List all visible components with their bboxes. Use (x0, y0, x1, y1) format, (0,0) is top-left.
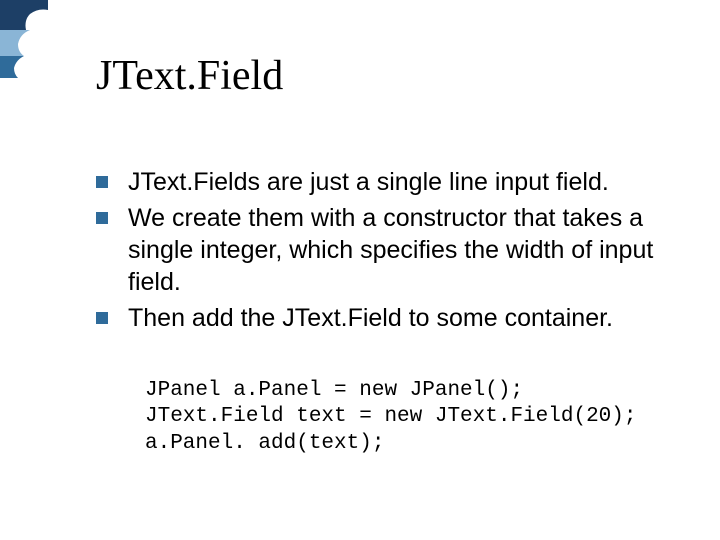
bullet-text: Then add the JText.Field to some contain… (128, 302, 656, 334)
corner-decoration (0, 0, 48, 78)
code-block: JPanel a.Panel = new JPanel(); JText.Fie… (145, 378, 636, 457)
square-bullet-icon (96, 312, 108, 324)
bullet-list: JText.Fields are just a single line inpu… (96, 166, 656, 338)
code-line: JText.Field text = new JText.Field(20); (145, 405, 636, 428)
bullet-item: JText.Fields are just a single line inpu… (96, 166, 656, 198)
bullet-item: We create them with a constructor that t… (96, 202, 656, 298)
bullet-text: JText.Fields are just a single line inpu… (128, 166, 656, 198)
code-line: JPanel a.Panel = new JPanel(); (145, 379, 523, 402)
code-line: a.Panel. add(text); (145, 432, 384, 455)
square-bullet-icon (96, 176, 108, 188)
square-bullet-icon (96, 212, 108, 224)
slide: JText.Field JText.Fields are just a sing… (0, 0, 720, 540)
bullet-text: We create them with a constructor that t… (128, 202, 656, 298)
slide-title: JText.Field (96, 52, 283, 100)
bullet-item: Then add the JText.Field to some contain… (96, 302, 656, 334)
